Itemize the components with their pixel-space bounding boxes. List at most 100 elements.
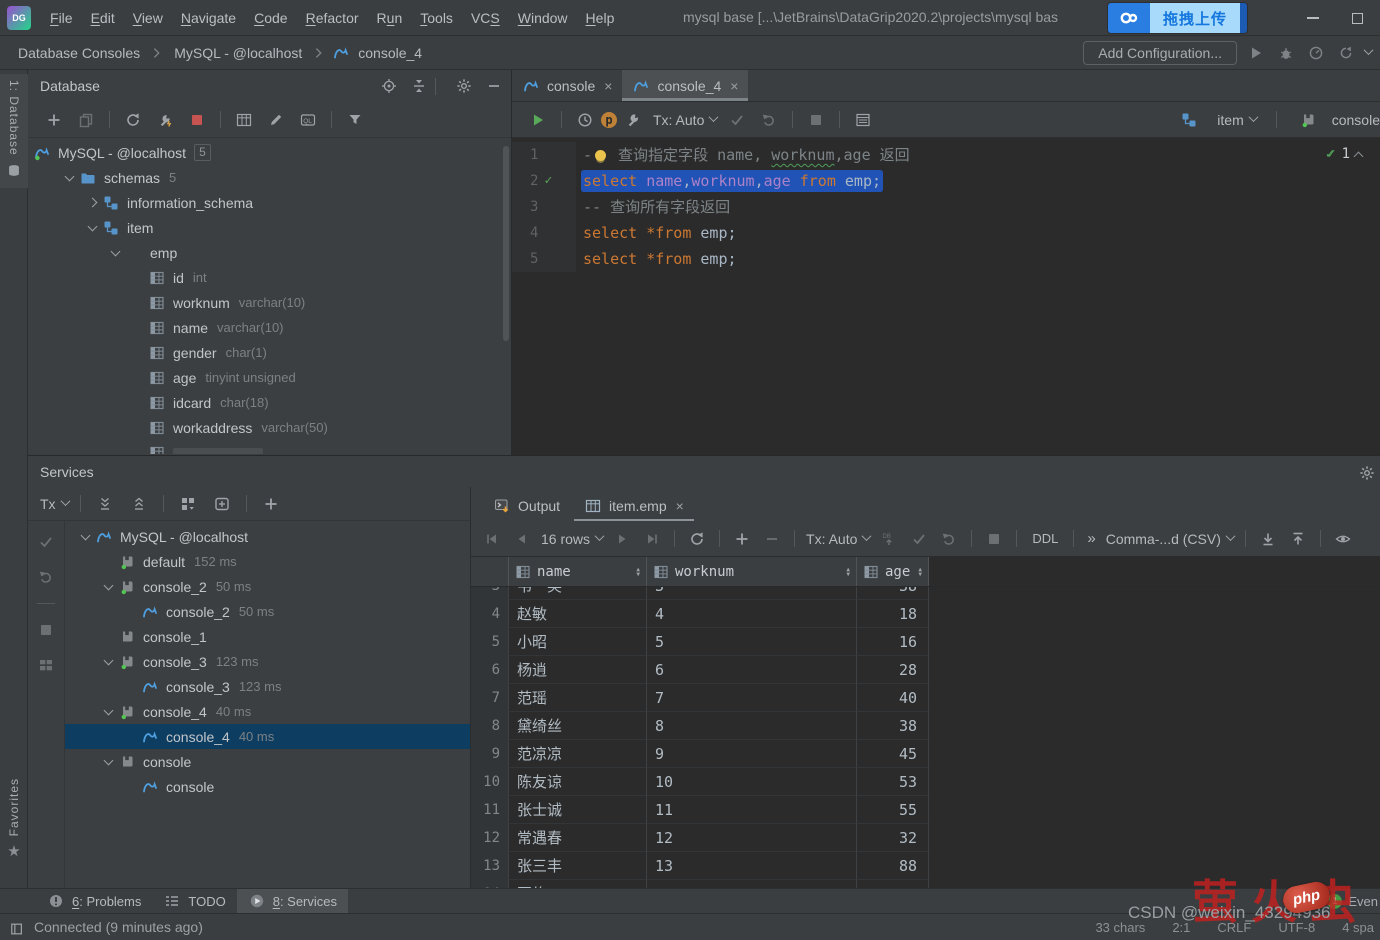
name-cell[interactable]: 韦一笑	[509, 587, 647, 600]
column-header-age[interactable]: age▲▼	[857, 557, 929, 586]
database-tool-window-button[interactable]: 1: Database	[0, 74, 28, 188]
stop-icon-dim[interactable]	[985, 530, 1003, 548]
prev-page-icon[interactable]	[513, 530, 531, 548]
worknum-cell[interactable]: 12	[647, 824, 857, 852]
filter-icon[interactable]	[346, 111, 364, 129]
services-tree-item[interactable]: console_440 ms	[65, 699, 470, 724]
toolbar-button-6-problems[interactable]: 6: Problems	[36, 889, 152, 913]
sort-icon[interactable]: ▲▼	[846, 567, 850, 577]
stop-icon-red[interactable]	[188, 111, 206, 129]
chevron-down-icon[interactable]	[87, 221, 97, 231]
services-tree-item[interactable]: default152 ms	[65, 549, 470, 574]
status-item[interactable]: UTF-8	[1278, 920, 1315, 935]
query-console-icon[interactable]: QL	[299, 111, 317, 129]
db-tree-item[interactable]: information_schema	[28, 190, 511, 215]
table-row[interactable]: 5小昭516	[471, 628, 1380, 656]
db-tree-item[interactable]: item	[28, 215, 511, 240]
rollback-icon[interactable]	[940, 530, 958, 548]
commit-icon[interactable]	[910, 530, 928, 548]
db-tree-item[interactable]: emp	[28, 240, 511, 265]
name-cell[interactable]: 小昭	[509, 628, 647, 656]
name-cell[interactable]: 杨逍	[509, 656, 647, 684]
worknum-cell[interactable]: 11	[647, 796, 857, 824]
event-log-button[interactable]: Even	[1348, 894, 1378, 909]
menu-refactor[interactable]: Refactor	[297, 7, 368, 29]
worknum-cell[interactable]: 9	[647, 740, 857, 768]
db-tree-item[interactable]: genderchar(1)	[28, 340, 511, 365]
favorites-tool-window-button[interactable]: Favorites ★	[0, 778, 28, 860]
menu-view[interactable]: View	[124, 7, 172, 29]
rerun-icon[interactable]	[1337, 44, 1355, 62]
code-area[interactable]: ✓✓ 1 1- 查询指定字段 name, worknum,age 返回2✓sel…	[512, 138, 1380, 455]
minimize-button[interactable]	[1290, 0, 1335, 36]
name-cell[interactable]: 范瑶	[509, 684, 647, 712]
history-clock-icon[interactable]	[576, 111, 594, 129]
add-icon[interactable]	[45, 111, 63, 129]
chevron-down-icon[interactable]	[103, 755, 113, 765]
chevron-slot[interactable]	[82, 199, 102, 206]
age-cell[interactable]: 55	[857, 796, 929, 824]
name-cell[interactable]: 陈友谅	[509, 768, 647, 796]
results-tab-output[interactable]: Output	[483, 491, 570, 521]
table-row[interactable]: 10陈友谅1053	[471, 768, 1380, 796]
chevron-slot[interactable]	[98, 710, 118, 714]
status-item[interactable]: 2:1	[1172, 920, 1190, 935]
chevron-down-icon[interactable]	[80, 530, 90, 540]
add-configuration-button[interactable]: Add Configuration...	[1083, 41, 1237, 65]
db-tree-item[interactable]: MySQL - @localhost5	[28, 140, 511, 165]
scrollbar-thumb[interactable]	[503, 146, 509, 341]
services-tree-item[interactable]: console_250 ms	[65, 599, 470, 624]
chevron-slot[interactable]	[75, 535, 95, 539]
table-icon[interactable]	[235, 111, 253, 129]
ddl-button[interactable]: DDL	[1032, 531, 1058, 546]
upload-badge[interactable]: 拖拽上传	[1108, 3, 1247, 33]
age-cell[interactable]: 53	[857, 768, 929, 796]
db-tree-item[interactable]: idint	[28, 265, 511, 290]
services-tree-item[interactable]: console_3123 ms	[65, 674, 470, 699]
layout-icon[interactable]	[37, 656, 55, 674]
age-cell[interactable]: 16	[857, 628, 929, 656]
table-row[interactable]: 11张士诚1155	[471, 796, 1380, 824]
age-cell[interactable]: 38	[857, 587, 929, 600]
name-cell[interactable]: 张士诚	[509, 796, 647, 824]
age-cell[interactable]: 45	[857, 740, 929, 768]
tx-mode-dropdown[interactable]: Tx	[36, 496, 73, 512]
add-icon[interactable]	[262, 495, 280, 513]
breadcrumb-item[interactable]: MySQL - @localhost	[170, 43, 306, 63]
chevron-right-icon[interactable]	[87, 198, 97, 208]
toolwindow-toggle-icon[interactable]	[8, 920, 26, 938]
execute-grid-icon[interactable]	[854, 111, 872, 129]
chevron-slot[interactable]	[98, 660, 118, 664]
refresh-icon[interactable]	[688, 530, 706, 548]
menu-run[interactable]: Run	[368, 7, 412, 29]
settings-icon[interactable]	[455, 77, 473, 95]
db-tree-item[interactable]: workaddressvarchar(50)	[28, 415, 511, 440]
menu-tools[interactable]: Tools	[411, 7, 462, 29]
chevron-slot[interactable]	[105, 251, 125, 255]
code-line[interactable]: 4select *from emp;	[512, 220, 1380, 246]
chevron-down-icon[interactable]	[64, 171, 74, 181]
code-line[interactable]: 5select *from emp;	[512, 246, 1380, 272]
table-row[interactable]: 13张三丰1388	[471, 852, 1380, 880]
new-frame-icon[interactable]	[213, 495, 231, 513]
status-item[interactable]: 33 chars	[1095, 920, 1145, 935]
inspection-result-badge[interactable]: ✓✓ 1	[1326, 146, 1362, 162]
age-cell[interactable]: 38	[857, 712, 929, 740]
name-cell[interactable]: 灭绝	[509, 880, 647, 888]
services-tree-item[interactable]: console_250 ms	[65, 574, 470, 599]
commit-icon[interactable]	[728, 111, 746, 129]
db-submit-icon[interactable]: DB	[880, 530, 898, 548]
menu-code[interactable]: Code	[245, 7, 296, 29]
download-icon[interactable]	[1259, 530, 1277, 548]
age-cell[interactable]: 88	[857, 852, 929, 880]
commit-icon[interactable]	[37, 533, 55, 551]
data-source-properties-icon[interactable]	[156, 111, 174, 129]
chevron-slot[interactable]	[98, 585, 118, 589]
close-icon[interactable]: ×	[730, 78, 738, 94]
name-cell[interactable]: 常遇春	[509, 824, 647, 852]
breadcrumb-item[interactable]: console_4	[354, 43, 426, 63]
code-line[interactable]: 2✓select name,worknum,age from emp;	[512, 168, 1380, 194]
session-selector[interactable]: console	[1332, 112, 1380, 128]
more-chevrons-icon[interactable]: »	[1087, 530, 1095, 547]
sort-icon[interactable]: ▲▼	[918, 567, 922, 577]
